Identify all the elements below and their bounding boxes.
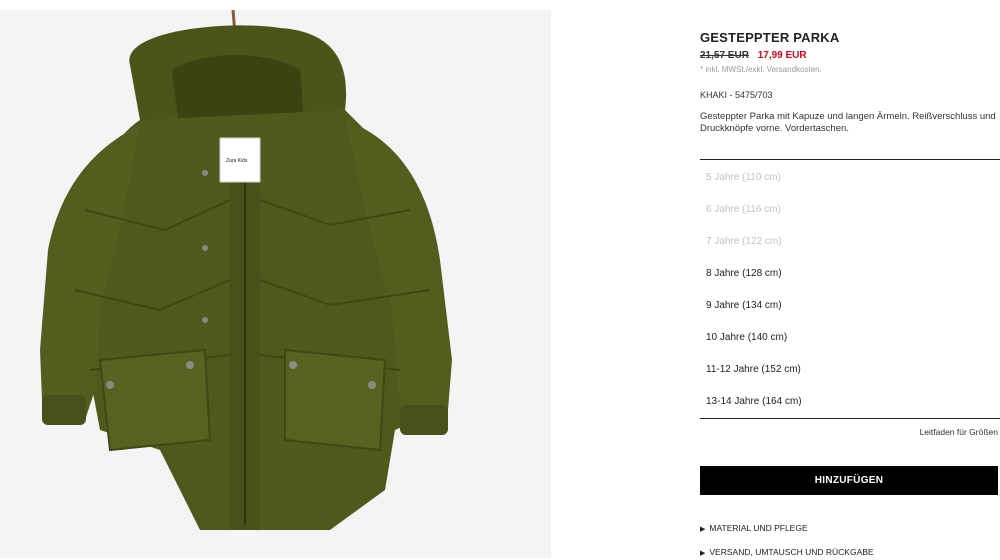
size-option: 6 Jahre (116 cm) [706, 204, 781, 215]
product-description: Gesteppter Parka mit Kapuze und langen Ä… [700, 111, 996, 134]
tag-label: Zara Kids [226, 158, 248, 164]
size-option: 7 Jahre (122 cm) [706, 236, 782, 247]
product-title: GESTEPPTER PARKA [700, 30, 840, 45]
accordion-label: MATERIAL UND PFLEGE [709, 523, 808, 533]
sale-price: 17,99 EUR [757, 50, 807, 61]
accordion-label: VERSAND, UMTAUSCH UND RÜCKGABE [709, 547, 874, 557]
product-info: GESTEPPTER PARKA 21,57 EUR 17,99 EUR * i… [700, 30, 1000, 135]
parka-illustration: Zara Kids [0, 10, 551, 558]
size-option[interactable]: 13-14 Jahre (164 cm) [700, 386, 1000, 418]
product-image[interactable]: Zara Kids [0, 10, 551, 558]
triangle-right-icon: ▶ [700, 526, 706, 533]
size-option[interactable]: 10 Jahre (140 cm) [700, 322, 1000, 354]
color-reference: KHAKI - 5475/703 [700, 90, 773, 100]
triangle-right-icon: ▶ [700, 550, 706, 557]
size-option[interactable]: 9 Jahre (134 cm) [700, 290, 1000, 322]
material-care-toggle[interactable]: ▶ MATERIAL UND PFLEGE [700, 522, 1000, 536]
size-option[interactable]: 11-12 Jahre (152 cm) [700, 354, 1000, 386]
size-selector: 5 Jahre (110 cm) 6 Jahre (116 cm) 7 Jahr… [700, 159, 1000, 419]
size-option: 5 Jahre (110 cm) [706, 172, 781, 183]
size-guide-link[interactable]: Leitfaden für Größen [700, 426, 998, 438]
size-option[interactable]: 8 Jahre (128 cm) [700, 258, 1000, 290]
tax-note: * inkl. MWSt./exkl. Versandkosten. [700, 65, 822, 74]
price-row: 21,57 EUR 17,99 EUR [700, 49, 1000, 62]
add-to-cart-button[interactable]: HINZUFÜGEN [700, 466, 998, 495]
old-price: 21,57 EUR [700, 50, 749, 61]
